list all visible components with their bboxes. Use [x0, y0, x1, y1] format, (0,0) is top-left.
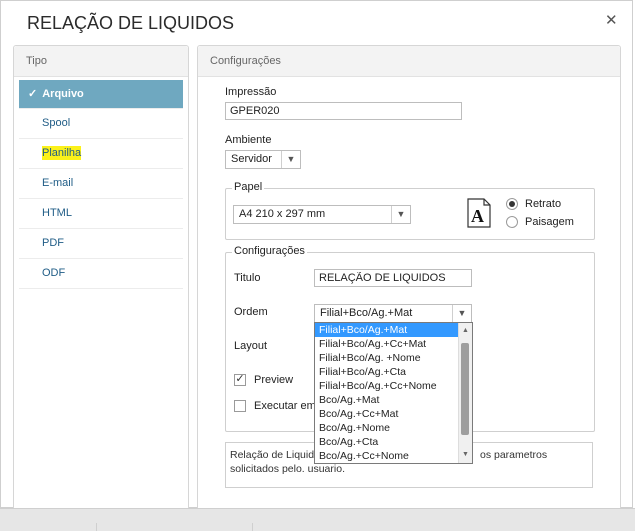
tipo-item-pdf[interactable]: PDF — [19, 229, 183, 259]
scroll-up-icon[interactable]: ▲ — [459, 325, 472, 337]
ordem-option[interactable]: Bco/Ag.+Cc+Mat — [315, 407, 472, 421]
ordem-option[interactable]: Bco/Ag.+Cc+Nome — [315, 449, 472, 463]
tipo-item-label: Arquivo — [42, 88, 84, 100]
layout-label: Layout — [234, 340, 268, 352]
papel-value: A4 210 x 297 mm — [239, 208, 326, 220]
tipo-panel: Tipo ✓ Arquivo Spool Planilha E-mail HTML… — [13, 45, 189, 517]
ordem-dropdown-list: Filial+Bco/Ag.+Mat Filial+Bco/Ag.+Cc+Mat… — [314, 322, 473, 464]
ordem-option[interactable]: Filial+Bco/Ag.+Cc+Nome — [315, 379, 472, 393]
tipo-item-label: Planilha — [42, 146, 82, 160]
retrato-radio[interactable] — [506, 198, 518, 210]
ordem-value: Filial+Bco/Ag.+Mat — [320, 307, 413, 319]
tipo-item-email[interactable]: E-mail — [19, 169, 183, 199]
ambiente-select[interactable]: Servidor ▼ — [225, 150, 301, 169]
tipo-item-label: E-mail — [42, 177, 74, 189]
chevron-down-icon: ▼ — [452, 305, 471, 322]
chevron-down-icon: ▼ — [281, 151, 300, 168]
ordem-option[interactable]: Bco/Ag.+Nome — [315, 421, 472, 435]
tipo-item-odf[interactable]: ODF — [19, 259, 183, 289]
impressao-label: Impressão — [225, 86, 277, 98]
ordem-option[interactable]: Bco/Ag.+Cta — [315, 435, 472, 449]
dialog-title: RELAÇÃO DE LIQUIDOS — [27, 13, 235, 33]
check-icon: ✓ — [28, 88, 38, 100]
preview-checkbox[interactable]: ✓ — [234, 374, 246, 386]
scroll-down-icon[interactable]: ▼ — [459, 449, 472, 461]
print-dialog: RELAÇÃO DE LIQUIDOS ✕ Tipo ✓ Arquivo Spoo… — [0, 0, 633, 517]
titulo-label: Titulo — [234, 272, 261, 284]
ordem-label: Ordem — [234, 306, 268, 318]
paper-orientation-icon: A — [467, 198, 491, 228]
tipo-item-html[interactable]: HTML — [19, 199, 183, 229]
paisagem-radio[interactable] — [506, 216, 518, 228]
description-line2: solicitados pelo. usuario. — [230, 463, 345, 475]
papel-select[interactable]: A4 210 x 297 mm ▼ — [233, 205, 411, 224]
titulo-input[interactable] — [314, 269, 472, 287]
scrollbar-thumb[interactable] — [461, 343, 469, 435]
dropdown-scrollbar[interactable]: ▲ ▼ — [458, 323, 472, 463]
tipo-item-spool[interactable]: Spool — [19, 109, 183, 139]
close-icon[interactable]: ✕ — [605, 11, 618, 29]
tipo-item-label: HTML — [42, 207, 72, 219]
config-header: Configurações — [198, 46, 620, 77]
ordem-option[interactable]: Filial+Bco/Ag.+Cc+Mat — [315, 337, 472, 351]
tipo-item-planilha[interactable]: Planilha — [19, 139, 183, 169]
papel-legend: Papel — [232, 181, 265, 193]
executar-label: Executar em — [254, 400, 316, 412]
ordem-option[interactable]: Bco/Ag.+Mat — [315, 393, 472, 407]
config-legend: Configurações — [232, 245, 307, 257]
tipo-item-label: PDF — [42, 237, 64, 249]
ambiente-value: Servidor — [231, 153, 272, 165]
tipo-header: Tipo — [14, 46, 188, 77]
ordem-select[interactable]: Filial+Bco/Ag.+Mat ▼ — [314, 304, 472, 323]
tipo-list: ✓ Arquivo Spool Planilha E-mail HTML PDF … — [19, 80, 183, 289]
ordem-option[interactable]: Filial+Bco/Ag. +Nome — [315, 351, 472, 365]
paper-icon-letter: A — [471, 206, 484, 226]
description-tail: os parametros — [480, 449, 548, 461]
ambiente-label: Ambiente — [225, 134, 272, 146]
executar-checkbox[interactable] — [234, 400, 246, 412]
description-text: Relação de Liquid — [230, 449, 315, 461]
paisagem-label: Paisagem — [525, 216, 574, 228]
tipo-item-label: Spool — [42, 117, 71, 129]
preview-label: Preview — [254, 374, 294, 386]
bottom-bar — [0, 508, 635, 531]
ordem-option[interactable]: Filial+Bco/Ag.+Mat — [315, 323, 472, 337]
impressao-input[interactable] — [225, 102, 462, 120]
tipo-item-label: ODF — [42, 267, 66, 279]
ordem-option[interactable]: Filial+Bco/Ag.+Cta — [315, 365, 472, 379]
tipo-item-arquivo[interactable]: ✓ Arquivo — [19, 80, 183, 109]
retrato-label: Retrato — [525, 198, 562, 210]
chevron-down-icon: ▼ — [391, 206, 410, 223]
